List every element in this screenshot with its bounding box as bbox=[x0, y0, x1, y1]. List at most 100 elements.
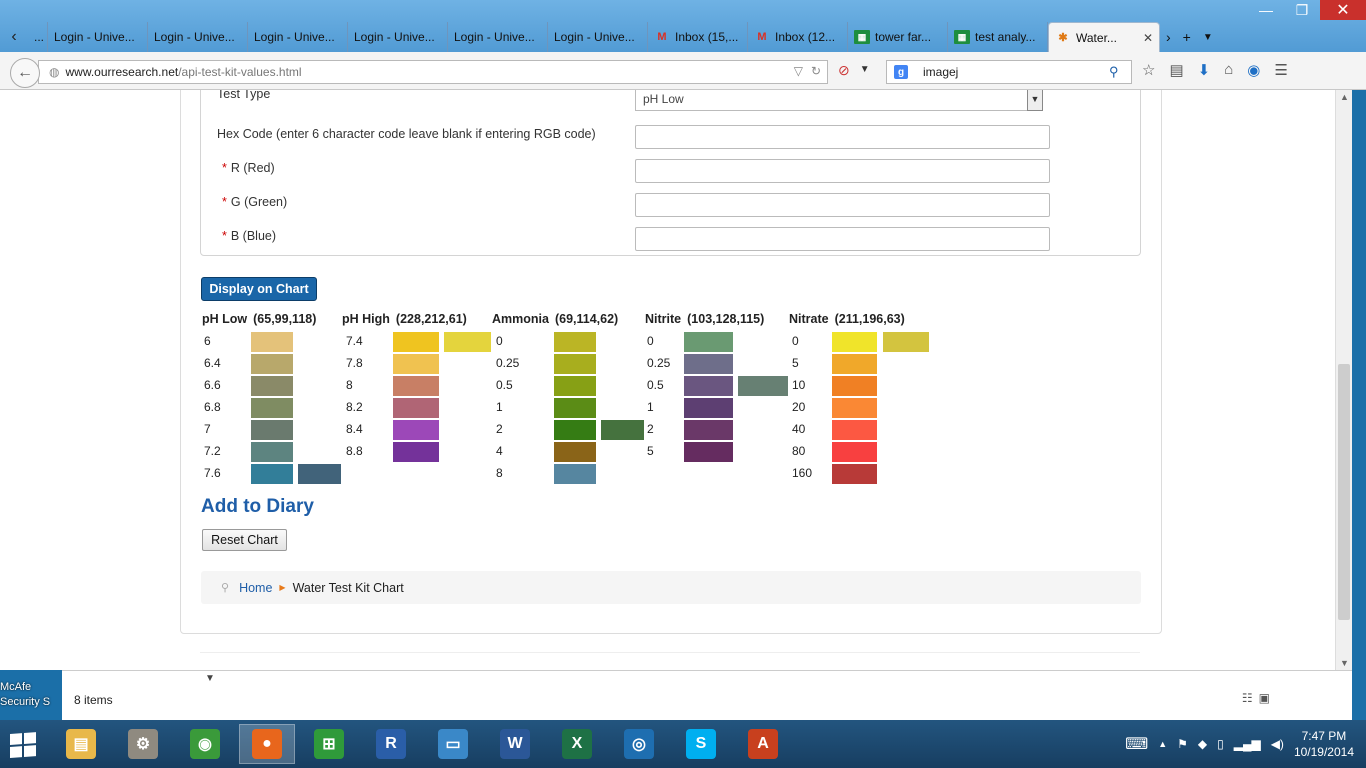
chart-level-label: 5 bbox=[792, 356, 799, 370]
color-swatch bbox=[393, 332, 439, 352]
red-input[interactable] bbox=[635, 159, 1050, 183]
search-bar[interactable]: g imagej ⚲ bbox=[886, 60, 1132, 84]
tab-2[interactable]: Login - Unive... bbox=[148, 22, 248, 52]
test-type-select[interactable]: pH Low ▼ bbox=[635, 90, 1043, 111]
volume-icon[interactable]: ◀) bbox=[1271, 737, 1284, 751]
flag-icon[interactable]: ⚑ bbox=[1177, 737, 1188, 751]
url-bar[interactable]: ◍ www.ourresearch.net/api-test-kit-value… bbox=[38, 60, 828, 84]
taskbar-explorer-2[interactable]: ▭ bbox=[425, 724, 481, 764]
chart-level-label: 10 bbox=[792, 378, 806, 392]
taskbar-r[interactable]: R bbox=[363, 724, 419, 764]
reload-icon[interactable]: ↻ bbox=[811, 64, 821, 78]
chart-level-label: 1 bbox=[496, 400, 503, 414]
download-icon[interactable]: ⬇ bbox=[1198, 61, 1211, 79]
chart-level-label: 0.5 bbox=[496, 378, 513, 392]
pocket-icon[interactable]: ◉ bbox=[1247, 61, 1260, 79]
maximize-icon[interactable]: ❐ bbox=[1284, 0, 1320, 20]
taskbar-chrome[interactable]: ◉ bbox=[177, 724, 233, 764]
chart-group-rgb: (65,99,118) bbox=[253, 312, 317, 326]
taskbar-excel[interactable]: X bbox=[549, 724, 605, 764]
taskbar-skype[interactable]: S bbox=[673, 724, 729, 764]
chevron-down-icon[interactable]: ▼ bbox=[1027, 90, 1043, 111]
tab-4[interactable]: Login - Unive... bbox=[348, 22, 448, 52]
tab-active[interactable]: ✱ Water... ✕ bbox=[1048, 22, 1160, 52]
url-path: /api-test-kit-values.html bbox=[178, 65, 302, 79]
matched-color-swatch bbox=[444, 332, 491, 352]
tab-3[interactable]: Login - Unive... bbox=[248, 22, 348, 52]
large-icons-view-icon[interactable]: ▣ bbox=[1259, 691, 1270, 705]
taskbar-word[interactable]: W bbox=[487, 724, 543, 764]
scroll-down-icon[interactable]: ▼ bbox=[1340, 658, 1349, 668]
page-scrollbar[interactable]: ▲ ▼ bbox=[1335, 90, 1352, 670]
search-icon[interactable]: ⚲ bbox=[1109, 64, 1131, 80]
taskbar-control-panel[interactable]: ⚙ bbox=[115, 724, 171, 764]
device-icon[interactable]: ▯ bbox=[1217, 737, 1224, 751]
keyboard-icon[interactable]: ⌨ bbox=[1125, 734, 1148, 754]
addon-blocker-icon[interactable]: ⊘ bbox=[838, 62, 850, 79]
list-tabs-icon[interactable]: ▼ bbox=[1203, 32, 1213, 43]
chart-level-label: 0 bbox=[496, 334, 503, 348]
toolbar-icons: ☆ ▤ ⬇ ⌂ ◉ ☰ bbox=[1142, 61, 1288, 79]
sheets-icon: ▦ bbox=[954, 30, 970, 44]
tab-label: Inbox (15,... bbox=[675, 30, 739, 44]
firefox-icon: ● bbox=[252, 729, 282, 759]
bookmark-star-icon[interactable]: ☆ bbox=[1142, 61, 1155, 79]
reading-list-icon[interactable]: ▤ bbox=[1169, 61, 1183, 79]
clock[interactable]: 7:47 PM 10/19/2014 bbox=[1294, 728, 1354, 760]
new-tab-icon[interactable]: + bbox=[1183, 29, 1191, 45]
network-icon[interactable]: ▂▄▆ bbox=[1234, 737, 1261, 751]
reset-chart-button[interactable]: Reset Chart bbox=[202, 529, 287, 551]
dropbox-icon[interactable]: ◆ bbox=[1198, 737, 1207, 751]
color-swatch bbox=[393, 442, 439, 462]
scrollbar-thumb[interactable] bbox=[1338, 364, 1350, 620]
tab-0[interactable]: ... bbox=[28, 22, 48, 52]
blue-input[interactable] bbox=[635, 227, 1050, 251]
history-dropdown-icon[interactable]: ▽ bbox=[794, 64, 803, 78]
addon-dropdown-icon[interactable]: ▼ bbox=[860, 64, 870, 79]
tab-1[interactable]: Login - Unive... bbox=[48, 22, 148, 52]
home-icon[interactable]: ⌂ bbox=[1224, 61, 1233, 79]
chart-group-header: pH Low (65,99,118) bbox=[202, 312, 316, 326]
scroll-up-icon[interactable]: ▲ bbox=[1340, 92, 1349, 102]
back-button[interactable]: ← bbox=[10, 58, 40, 88]
show-hidden-icons-icon[interactable]: ▲ bbox=[1158, 739, 1167, 749]
taskbar-acrobat[interactable]: A bbox=[735, 724, 791, 764]
add-to-diary-link[interactable]: Add to Diary bbox=[201, 496, 314, 518]
chart-group-name: Nitrite bbox=[645, 312, 682, 326]
taskbar-store[interactable]: ⊞ bbox=[301, 724, 357, 764]
tab-scroll-right-icon[interactable]: › bbox=[1166, 29, 1171, 45]
search-engine-selector[interactable]: g bbox=[887, 61, 915, 83]
details-view-icon[interactable]: ☷ bbox=[1242, 691, 1253, 705]
tab-9[interactable]: ▦ tower far... bbox=[848, 22, 948, 52]
chart-level-label: 6.6 bbox=[204, 378, 221, 392]
chart-group-rgb: (228,212,61) bbox=[395, 312, 467, 326]
green-input[interactable] bbox=[635, 193, 1050, 217]
windows-start-icon[interactable] bbox=[10, 732, 38, 758]
breadcrumb-home[interactable]: Home bbox=[239, 581, 272, 595]
close-window-icon[interactable]: ✕ bbox=[1320, 0, 1366, 20]
taskbar: ▤ ⚙ ◉ ● ⊞ R ▭ W X ◎ S A ⌨ ▲ ⚑ ◆ ▯ ▂▄▆ ◀) 7:47 PM 10… bbox=[0, 720, 1366, 768]
tab-8[interactable]: M Inbox (12... bbox=[748, 22, 848, 52]
tab-scroll-left-icon[interactable]: ‹ bbox=[0, 22, 28, 52]
taskbar-file-explorer[interactable]: ▤ bbox=[53, 724, 109, 764]
chart-level-label: 80 bbox=[792, 444, 806, 458]
tab-7[interactable]: M Inbox (15,... bbox=[648, 22, 748, 52]
tab-5[interactable]: Login - Unive... bbox=[448, 22, 548, 52]
menu-icon[interactable]: ☰ bbox=[1274, 61, 1287, 79]
gmail-icon: M bbox=[757, 31, 767, 43]
hex-code-input[interactable] bbox=[635, 125, 1050, 149]
close-tab-icon[interactable]: ✕ bbox=[1143, 31, 1153, 45]
taskbar-firefox[interactable]: ● bbox=[239, 724, 295, 764]
chart-level-label: 7.8 bbox=[346, 356, 363, 370]
tab-6[interactable]: Login - Unive... bbox=[548, 22, 648, 52]
explorer-2-icon: ▭ bbox=[438, 729, 468, 759]
taskbar-media[interactable]: ◎ bbox=[611, 724, 667, 764]
mcafee-desktop-icon[interactable]: McAfe Security S bbox=[0, 680, 60, 710]
display-on-chart-button[interactable]: Display on Chart bbox=[201, 277, 317, 301]
chevron-down-icon[interactable]: ▼ bbox=[205, 673, 215, 684]
search-input[interactable]: imagej bbox=[915, 65, 1109, 79]
chart-group-name: Nitrate bbox=[789, 312, 829, 326]
minimize-icon[interactable]: — bbox=[1248, 0, 1284, 20]
store-icon: ⊞ bbox=[314, 729, 344, 759]
tab-10[interactable]: ▦ test analy... bbox=[948, 22, 1048, 52]
